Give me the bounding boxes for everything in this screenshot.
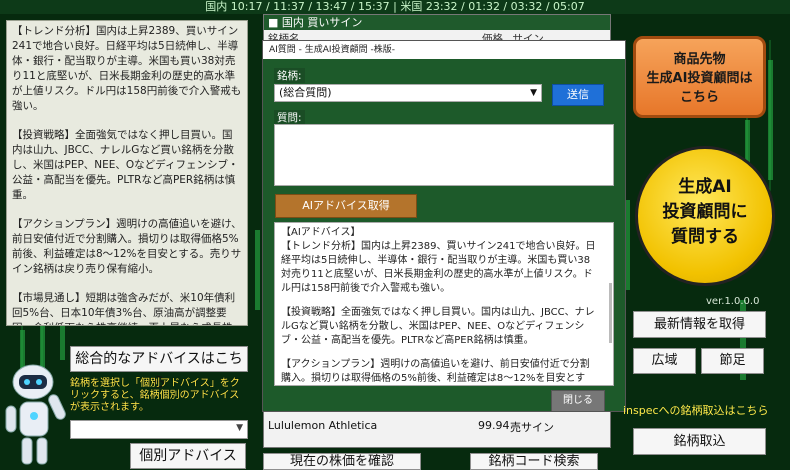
question-textarea[interactable] — [274, 124, 614, 186]
close-dialog-button[interactable]: 閉じる — [551, 390, 605, 412]
stock-label: 銘柄: — [274, 68, 305, 83]
holiday-button[interactable]: 節足 — [701, 348, 764, 374]
commodity-line-1: 商品先物 — [673, 52, 726, 67]
individual-advice-button[interactable]: 個別アドバイス — [130, 443, 246, 469]
answer-strategy: 【投資戦略】全面強気ではなく押し目買い。国内は山九、JBCC、ナレルGなど買い銘… — [281, 307, 595, 346]
version-label: ver.1.0.0.0 — [706, 296, 760, 307]
overall-advice-button[interactable]: 総合的なアドバイスはこちら — [70, 346, 248, 391]
commodity-line-3: こちら — [679, 90, 719, 105]
row-signal: 売サイン — [510, 421, 554, 434]
get-latest-info-button[interactable]: 最新情報を取得 — [633, 311, 766, 338]
row-value: 99.94 — [478, 419, 510, 432]
row-stock-name: Lululemon Athletica — [268, 419, 378, 432]
inspec-import-link[interactable]: inspecへの銘柄取込はこちら — [623, 402, 769, 418]
ai-line-1: 生成AI — [678, 177, 732, 197]
region-button[interactable]: 広域 — [633, 348, 696, 374]
stock-select-dropdown[interactable]: ▼ — [70, 420, 248, 439]
ask-ai-advisor-button[interactable]: 生成AI 投資顧問に 質問する — [635, 146, 775, 286]
ai-line-3: 質問する — [671, 227, 739, 247]
analysis-trend: 【トレンド分析】国内は上昇2389、買いサイン241で地合い良好。日経平均は5日… — [12, 25, 242, 112]
commodity-line-2: 生成AI投資顧問は — [646, 71, 753, 86]
send-button[interactable]: 送信 — [552, 84, 604, 106]
check-stock-price-button[interactable]: 現在の株価を確認 — [263, 453, 421, 470]
table-row[interactable]: Lululemon Athletica 99.94 売サイン — [268, 419, 604, 434]
answer-trend: 【トレンド分析】国内は上昇2389、買いサイン241で地合い良好。日経平均は5日… — [281, 241, 596, 294]
question-label: 質問: — [274, 110, 305, 125]
robot-mascot-icon — [5, 364, 66, 465]
analysis-outlook: 【市場見通し】短期は強含みだが、米10年債利回5%台、日本10年債3%台、原油高… — [12, 292, 236, 325]
analysis-strategy: 【投資戦略】全面強気ではなく押し目買い。国内は山九、JBCC、ナレルGなど買い銘… — [12, 129, 239, 201]
individual-advice-hint: 銘柄を選択し「個別アドバイス」をクリックすると、銘柄個別のアドバイスが表示されま… — [70, 378, 240, 413]
analysis-action-plan: 【アクションプラン】週明けの高値追いを避け、前日安値付近で分割購入。損切りは取得… — [12, 218, 242, 275]
commodity-ai-advisor-button[interactable]: 商品先物 生成AI投資顧問は こちら — [633, 36, 766, 118]
stock-question-selected: (総合質問) — [279, 86, 332, 99]
analysis-text-panel: 【トレンド分析】国内は上昇2389、買いサイン241で地合い良好。日経平均は5日… — [6, 20, 248, 326]
ai-line-2: 投資顧問に — [662, 202, 748, 222]
dialog-title: AI質問 - 生成AI投資顧問 -株版- — [263, 41, 625, 59]
chevron-down-icon: ▼ — [530, 88, 537, 98]
market-time-bar: 国内 10:17 / 11:37 / 13:47 / 15:37 | 米国 23… — [0, 0, 790, 14]
stock-question-select[interactable]: (総合質問) ▼ — [274, 84, 542, 102]
list-title: ■ 国内 買いサイン — [264, 15, 610, 30]
stock-code-search-button[interactable]: 銘柄コード検索 — [470, 453, 598, 470]
get-ai-advice-button[interactable]: AIアドバイス取得 — [275, 194, 417, 218]
chevron-down-icon: ▼ — [236, 423, 243, 433]
ai-answer-textarea[interactable]: 【AIアドバイス】 【トレンド分析】国内は上昇2389、買いサイン241で地合い… — [274, 222, 614, 386]
answer-action-plan: 【アクションプラン】週明けの高値追いを避け、前日安値付近で分割購入。損切りは取得… — [281, 359, 590, 384]
answer-scrollbar[interactable] — [609, 283, 612, 343]
import-stocks-button[interactable]: 銘柄取込 — [633, 428, 766, 455]
answer-heading: 【AIアドバイス】 — [281, 227, 361, 238]
